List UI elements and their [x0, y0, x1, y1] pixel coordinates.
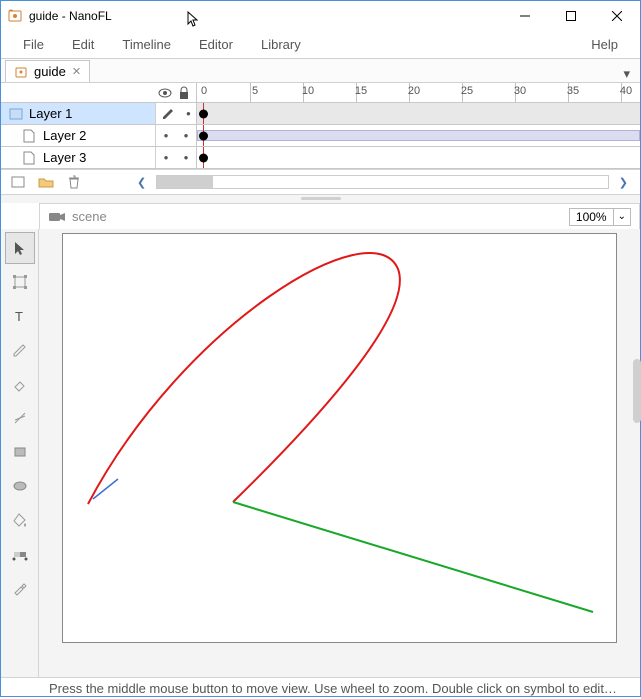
status-text: Press the middle mouse button to move vi…	[49, 681, 617, 696]
page-icon	[23, 151, 37, 165]
lock-dot[interactable]: •	[184, 150, 189, 165]
menu-library[interactable]: Library	[247, 37, 315, 52]
vis-dot[interactable]: •	[164, 150, 169, 165]
layer-track[interactable]	[196, 103, 640, 124]
page-icon	[23, 129, 37, 143]
lock-icon[interactable]	[178, 86, 190, 100]
ruler-tick: 10	[298, 85, 318, 97]
panel-splitter[interactable]	[1, 195, 640, 203]
app-icon	[7, 8, 23, 24]
ruler-tick: 15	[351, 85, 371, 97]
rectangle-tool[interactable]	[5, 436, 35, 468]
layer-name: Layer 2	[43, 128, 86, 143]
zoom-value[interactable]: 100%	[570, 209, 614, 225]
vertical-scrollbar[interactable]	[633, 359, 641, 423]
tab-menu-button[interactable]: ▾	[617, 66, 636, 82]
scroll-right-icon[interactable]: ❯	[613, 176, 634, 189]
new-layer-button[interactable]	[7, 172, 29, 192]
svg-text:T: T	[15, 309, 23, 324]
close-button[interactable]	[594, 1, 640, 31]
eyedropper-tool[interactable]	[5, 572, 35, 604]
pencil-tool[interactable]	[5, 334, 35, 366]
delete-layer-button[interactable]	[63, 172, 85, 192]
menu-bar: File Edit Timeline Editor Library Help	[1, 31, 640, 59]
oval-tool[interactable]	[5, 470, 35, 502]
scrollbar-thumb[interactable]	[157, 176, 213, 188]
canvas-wrap	[39, 229, 640, 677]
layer-row[interactable]: Layer 1 •	[1, 103, 640, 125]
gradient-tool[interactable]	[5, 538, 35, 570]
window-title: guide - NanoFL	[29, 9, 112, 23]
document-tabs: guide ✕ ▾	[1, 59, 640, 83]
keyframe[interactable]	[199, 153, 208, 162]
visibility-icon[interactable]	[158, 86, 172, 100]
layer-icon	[9, 107, 23, 121]
pencil-icon[interactable]	[161, 107, 175, 121]
menu-help[interactable]: Help	[577, 37, 632, 52]
menu-edit[interactable]: Edit	[58, 37, 108, 52]
doc-tab[interactable]: guide ✕	[5, 60, 90, 82]
ruler-frame-0: 0	[201, 85, 207, 97]
line-tool[interactable]	[5, 402, 35, 434]
timeline-hscroll[interactable]: ❮ ❯	[131, 175, 634, 189]
vis-dot[interactable]: •	[164, 128, 169, 143]
layer-name: Layer 1	[29, 106, 72, 121]
layer-track[interactable]	[196, 125, 640, 146]
maximize-button[interactable]	[548, 1, 594, 31]
zoom-control[interactable]: 100% ⌄	[569, 208, 631, 226]
tool-strip: T	[1, 229, 39, 677]
keyframe[interactable]	[199, 109, 208, 118]
lock-dot[interactable]: •	[184, 128, 189, 143]
stage-bar: scene 100% ⌄	[39, 203, 640, 229]
scene-name[interactable]: scene	[72, 209, 107, 224]
doc-tab-label: guide	[34, 64, 66, 79]
ruler-tick: 40	[616, 85, 636, 97]
chevron-down-icon[interactable]: ⌄	[614, 210, 630, 223]
layer-track[interactable]	[196, 147, 640, 168]
text-tool[interactable]: T	[5, 300, 35, 332]
minimize-button[interactable]	[502, 1, 548, 31]
doc-tab-icon	[14, 65, 28, 79]
fill-tool[interactable]	[5, 504, 35, 536]
keyframe[interactable]	[199, 131, 208, 140]
ruler-tick: 30	[510, 85, 530, 97]
timeline-header: 0 5 10 15 20 25 30 35 40	[1, 83, 640, 103]
close-icon[interactable]: ✕	[72, 65, 81, 78]
menu-file[interactable]: File	[9, 37, 58, 52]
layer-row[interactable]: Layer 3 • •	[1, 147, 640, 169]
menu-editor[interactable]: Editor	[185, 37, 247, 52]
new-folder-button[interactable]	[35, 172, 57, 192]
lock-dot[interactable]: •	[186, 106, 191, 121]
mouse-cursor-icon	[184, 10, 204, 30]
ruler-tick: 20	[404, 85, 424, 97]
status-bar: Press the middle mouse button to move vi…	[1, 677, 640, 699]
eraser-tool[interactable]	[5, 368, 35, 400]
camera-icon	[48, 210, 66, 224]
timeline-ruler[interactable]: 0 5 10 15 20 25 30 35 40	[196, 83, 640, 102]
transform-tool[interactable]	[5, 266, 35, 298]
menu-timeline[interactable]: Timeline	[108, 37, 185, 52]
title-bar: guide - NanoFL	[1, 1, 640, 31]
layer-row[interactable]: Layer 2 • •	[1, 125, 640, 147]
layer-toolbar: ❮ ❯	[1, 169, 640, 195]
select-tool[interactable]	[5, 232, 35, 264]
ruler-tick: 5	[245, 85, 265, 97]
ruler-tick: 25	[457, 85, 477, 97]
canvas[interactable]	[62, 233, 617, 643]
layer-name: Layer 3	[43, 150, 86, 165]
work-area: T	[1, 229, 640, 677]
ruler-tick: 35	[563, 85, 583, 97]
scroll-left-icon[interactable]: ❮	[131, 176, 152, 189]
